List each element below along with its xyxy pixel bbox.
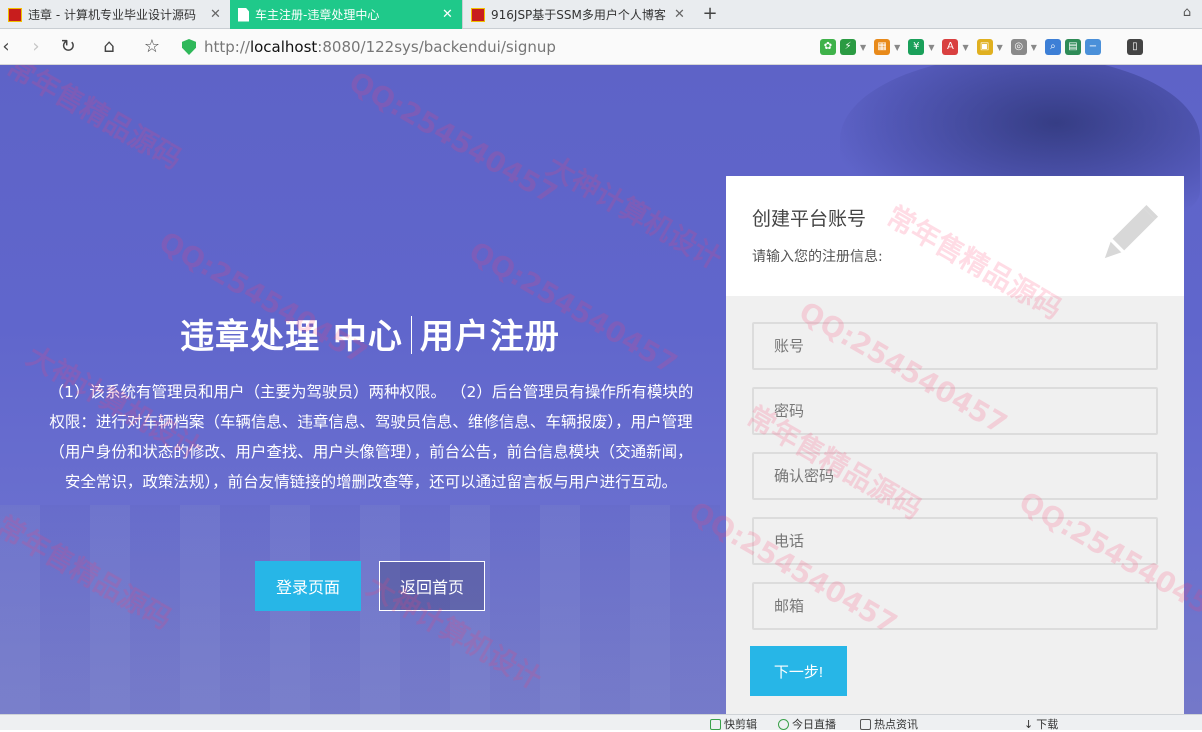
url-host: localhost	[250, 38, 317, 56]
site-favicon-icon	[8, 8, 22, 22]
browser-tab-2-active[interactable]: 车主注册-违章处理中心 ✕	[230, 0, 462, 29]
browser-toolbar: ‹ › ↻ ⌂ ☆ http://localhost:8080/122sys/b…	[0, 29, 1202, 65]
tab-close-icon[interactable]: ✕	[210, 7, 222, 22]
download-icon: ↓	[1024, 718, 1033, 731]
watermark-qq: QQ:254540457	[344, 65, 563, 211]
tab-title: 违章 - 计算机专业毕业设计源码	[28, 6, 206, 23]
tab-title: 916JSP基于SSM多用户个人博客	[491, 6, 670, 23]
signup-form-card: 创建平台账号 请输入您的注册信息: 下一步!	[726, 176, 1184, 714]
reader-icon[interactable]: ▤	[1065, 39, 1081, 55]
signup-page: 违章处理 中心用户注册 （1）该系统有管理员和用户（主要为驾驶员）两种权限。 （…	[0, 65, 1202, 714]
url-scheme: http://	[204, 38, 250, 56]
form-header: 创建平台账号 请输入您的注册信息:	[726, 176, 1184, 296]
page-title: 违章处理 中心用户注册	[0, 309, 740, 358]
bookmark-star-icon[interactable]: ☆	[140, 35, 164, 59]
site-favicon-icon	[471, 8, 485, 22]
new-tab-button[interactable]: +	[700, 3, 720, 25]
tab-title: 车主注册-违章处理中心	[255, 6, 438, 23]
reload-icon[interactable]: ↻	[56, 35, 80, 59]
browser-tab-bar: 违章 - 计算机专业毕业设计源码 ✕ 车主注册-违章处理中心 ✕ 916JSP基…	[0, 0, 1202, 29]
speed-extension-icon[interactable]: ✿	[820, 39, 836, 55]
browser-status-bar: 快剪辑 今日直播 热点资讯 ↓ 下载	[0, 714, 1202, 730]
form-title: 创建平台账号	[752, 204, 866, 231]
chevron-down-icon[interactable]: ▼	[894, 43, 900, 52]
lightning-extension-icon[interactable]: ⚡	[840, 39, 856, 55]
back-home-button[interactable]: 返回首页	[379, 561, 485, 611]
account-input[interactable]	[752, 322, 1158, 370]
currency-icon[interactable]: ¥	[908, 39, 924, 55]
confirm-password-input[interactable]	[752, 452, 1158, 500]
next-step-button[interactable]: 下一步!	[750, 646, 847, 696]
game-icon[interactable]: ◎	[1011, 39, 1027, 55]
chevron-down-icon[interactable]: ▼	[1031, 43, 1037, 52]
form-subtitle: 请输入您的注册信息:	[752, 246, 883, 266]
window-menu-icon[interactable]: ⌂	[1178, 5, 1196, 23]
watermark-qq: QQ:254540457	[464, 235, 683, 381]
watermark-text: 大神计算机设计	[540, 145, 730, 278]
login-page-button[interactable]: 登录页面	[255, 561, 361, 611]
title-left: 违章处理 中心	[180, 317, 403, 357]
chevron-down-icon[interactable]: ▼	[928, 43, 934, 52]
apps-grid-icon[interactable]: ▦	[874, 39, 890, 55]
watermark-text: 常年售精品源码	[0, 65, 190, 178]
translate-icon[interactable]: A	[942, 39, 958, 55]
browser-tab-3[interactable]: 916JSP基于SSM多用户个人博客 ✕	[462, 0, 694, 29]
address-bar[interactable]: http://localhost:8080/122sys/backendui/s…	[182, 35, 802, 59]
chevron-down-icon[interactable]: ▼	[997, 43, 1003, 52]
minus-circle-icon[interactable]: −	[1085, 39, 1101, 55]
pencil-icon	[1101, 204, 1159, 262]
tab-close-icon[interactable]: ✕	[674, 7, 686, 22]
home-icon[interactable]: ⌂	[97, 35, 121, 59]
email-input[interactable]	[752, 582, 1158, 630]
chevron-down-icon[interactable]: ▼	[962, 43, 968, 52]
document-icon	[238, 8, 249, 22]
title-right: 用户注册	[420, 317, 560, 357]
url-rest: :8080/122sys/backendui/signup	[317, 38, 556, 56]
screenshot-icon[interactable]: ▣	[977, 39, 993, 55]
secure-shield-icon	[182, 39, 196, 55]
phone-input[interactable]	[752, 517, 1158, 565]
back-arrow-icon[interactable]: ‹	[0, 35, 18, 59]
title-divider	[411, 316, 412, 354]
tab-close-icon[interactable]: ✕	[442, 7, 454, 22]
extension-icons: ✿ ⚡ ▼ ▦ ▼ ¥ ▼ A ▼ ▣ ▼ ◎ ▼ ⌕ ▤ − ▯	[820, 37, 1143, 57]
browser-tab-1[interactable]: 违章 - 计算机专业毕业设计源码 ✕	[0, 0, 230, 29]
system-description: （1）该系统有管理员和用户（主要为驾驶员）两种权限。 （2）后台管理员有操作所有…	[46, 377, 696, 497]
forward-arrow-icon[interactable]: ›	[24, 35, 48, 59]
mobile-icon[interactable]: ▯	[1127, 39, 1143, 55]
live-icon	[778, 719, 789, 730]
zoom-icon[interactable]: ⌕	[1045, 39, 1061, 55]
play-icon	[710, 719, 721, 730]
news-icon	[860, 719, 871, 730]
password-input[interactable]	[752, 387, 1158, 435]
chevron-down-icon[interactable]: ▼	[860, 43, 866, 52]
